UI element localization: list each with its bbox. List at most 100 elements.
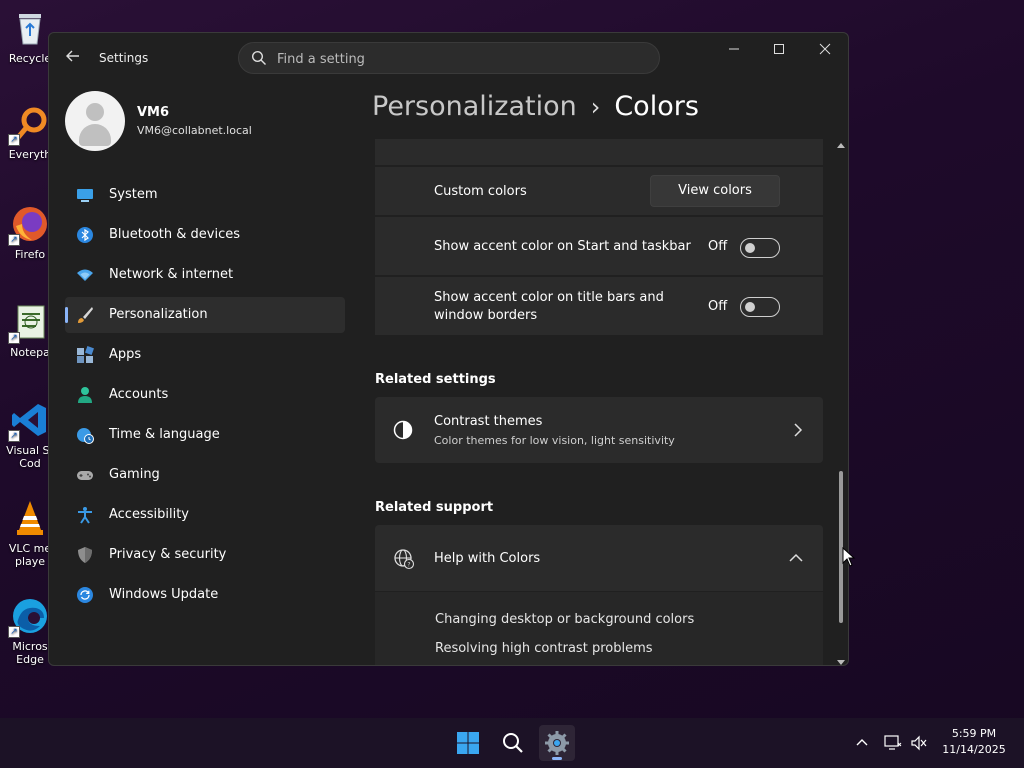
sidebar-item-privacy[interactable]: Privacy & security: [65, 537, 345, 573]
help-with-colors-title: Help with Colors: [434, 551, 541, 566]
breadcrumb-parent[interactable]: Personalization: [372, 91, 577, 122]
title-bar[interactable]: Settings: [49, 33, 848, 83]
search-button[interactable]: [495, 725, 531, 761]
start-button[interactable]: [450, 725, 486, 761]
accent-start-taskbar-toggle[interactable]: [740, 238, 780, 258]
sidebar-item-windows-update[interactable]: Windows Update: [65, 577, 345, 613]
maximize-button[interactable]: [765, 41, 793, 61]
sidebar-item-gaming[interactable]: Gaming: [65, 457, 345, 493]
globe-clock-icon: [77, 428, 94, 444]
shield-icon: [78, 547, 92, 563]
related-settings-heading: Related settings: [375, 372, 496, 387]
help-links-panel: Changing desktop or background colors Re…: [375, 592, 823, 665]
maximize-icon: [774, 44, 784, 54]
arrow-left-icon: [66, 50, 79, 62]
shortcut-arrow-icon: ↗: [8, 332, 20, 344]
search-icon: [503, 733, 523, 753]
chevron-right-icon: [794, 423, 803, 437]
shortcut-arrow-icon: ↗: [8, 430, 20, 442]
notepad-icon: ↗: [8, 302, 50, 344]
user-email: VM6@collabnet.local: [137, 124, 252, 137]
shortcut-arrow-icon: ↗: [8, 134, 20, 146]
toggle-state-label: Off: [708, 239, 728, 254]
swatch-card-bottom: [375, 139, 823, 165]
accent-title-bars-toggle[interactable]: [740, 297, 780, 317]
content-pane: Custom colors View colors Show accent co…: [375, 139, 823, 665]
search-box[interactable]: [238, 42, 660, 74]
help-link[interactable]: Changing desktop or background colors: [435, 612, 694, 627]
vlc-icon: [10, 498, 50, 538]
scroll-down-arrow-icon[interactable]: [837, 659, 845, 666]
accounts-icon: [78, 387, 92, 403]
accessibility-icon: [78, 507, 92, 524]
gear-icon: [545, 731, 569, 755]
clock-date: 11/14/2025: [942, 743, 1006, 756]
breadcrumb-separator: ›: [590, 93, 601, 121]
sidebar-item-system[interactable]: System: [65, 177, 345, 213]
network-icon[interactable]: [884, 735, 902, 751]
user-name: VM6: [137, 105, 170, 120]
search-input[interactable]: [277, 49, 637, 69]
scroll-up-arrow-icon[interactable]: [837, 141, 845, 149]
system-clock[interactable]: 5:59 PM 11/14/2025: [934, 726, 1014, 758]
breadcrumb: Personalization › Colors: [372, 91, 699, 131]
close-icon: [819, 43, 831, 55]
volume-muted-icon[interactable]: [910, 735, 928, 751]
apps-icon: [77, 346, 94, 363]
edge-icon: ↗: [8, 596, 50, 638]
gamepad-icon: [77, 471, 93, 480]
wifi-icon: [77, 269, 93, 281]
taskbar: 5:59 PM 11/14/2025: [0, 718, 1024, 768]
sidebar-item-accessibility[interactable]: Accessibility: [65, 497, 345, 533]
sidebar-item-apps[interactable]: Apps: [65, 337, 345, 373]
help-link[interactable]: Resolving high contrast problems: [435, 641, 653, 656]
toggle-state-label: Off: [708, 299, 728, 314]
everything-search-icon: ↗: [8, 104, 50, 146]
related-support-heading: Related support: [375, 500, 494, 515]
windows-logo-icon: [457, 732, 479, 754]
contrast-themes-title: Contrast themes: [434, 414, 543, 429]
update-icon: [77, 587, 93, 603]
system-icon: [77, 189, 93, 202]
sidebar-item-accounts[interactable]: Accounts: [65, 377, 345, 413]
contrast-themes-description: Color themes for low vision, light sensi…: [434, 434, 675, 447]
search-icon: [251, 50, 266, 65]
shortcut-arrow-icon: ↗: [8, 234, 20, 246]
custom-colors-row: Custom colors View colors: [375, 167, 823, 215]
page-title: Colors: [614, 91, 699, 122]
taskbar-settings-app[interactable]: [539, 725, 575, 761]
chevron-up-icon: [789, 553, 803, 562]
globe-help-icon: ?: [394, 549, 415, 570]
firefox-icon: ↗: [8, 204, 50, 246]
accent-start-taskbar-row: Show accent color on Start and taskbar O…: [375, 217, 823, 275]
recycle-bin-icon: [10, 8, 50, 48]
close-button[interactable]: [811, 41, 839, 61]
vscode-icon: ↗: [8, 400, 50, 442]
settings-window: Settings VM6 VM6@collabnet.local System: [48, 32, 849, 666]
accent-title-bars-label-line2: window borders: [434, 308, 538, 323]
sidebar-nav: System Bluetooth & devices Network & int…: [65, 177, 345, 617]
bluetooth-icon: [77, 227, 93, 243]
contrast-themes-row[interactable]: Contrast themes Color themes for low vis…: [375, 397, 823, 463]
active-indicator: [552, 757, 562, 760]
svg-text:?: ?: [407, 562, 410, 569]
minimize-button[interactable]: [720, 41, 748, 61]
scrollbar[interactable]: [837, 141, 845, 666]
sidebar-item-time-language[interactable]: Time & language: [65, 417, 345, 453]
custom-colors-label: Custom colors: [434, 184, 527, 199]
accent-title-bars-label-line1: Show accent color on title bars and: [434, 290, 664, 305]
contrast-icon: [393, 420, 413, 440]
avatar: [65, 91, 125, 151]
sidebar-item-network[interactable]: Network & internet: [65, 257, 345, 293]
minimize-icon: [729, 48, 739, 50]
sidebar-item-bluetooth[interactable]: Bluetooth & devices: [65, 217, 345, 253]
help-with-colors-header[interactable]: ? Help with Colors: [375, 525, 823, 591]
mouse-cursor-icon: [842, 547, 856, 567]
sidebar-item-personalization[interactable]: Personalization: [65, 297, 345, 333]
clock-time: 5:59 PM: [951, 727, 997, 740]
back-button[interactable]: [61, 47, 85, 71]
view-colors-button[interactable]: View colors: [650, 175, 780, 207]
show-hidden-icons-chevron-icon[interactable]: [856, 737, 868, 749]
shortcut-arrow-icon: ↗: [8, 626, 20, 638]
accent-title-bars-row: Show accent color on title bars and wind…: [375, 277, 823, 335]
